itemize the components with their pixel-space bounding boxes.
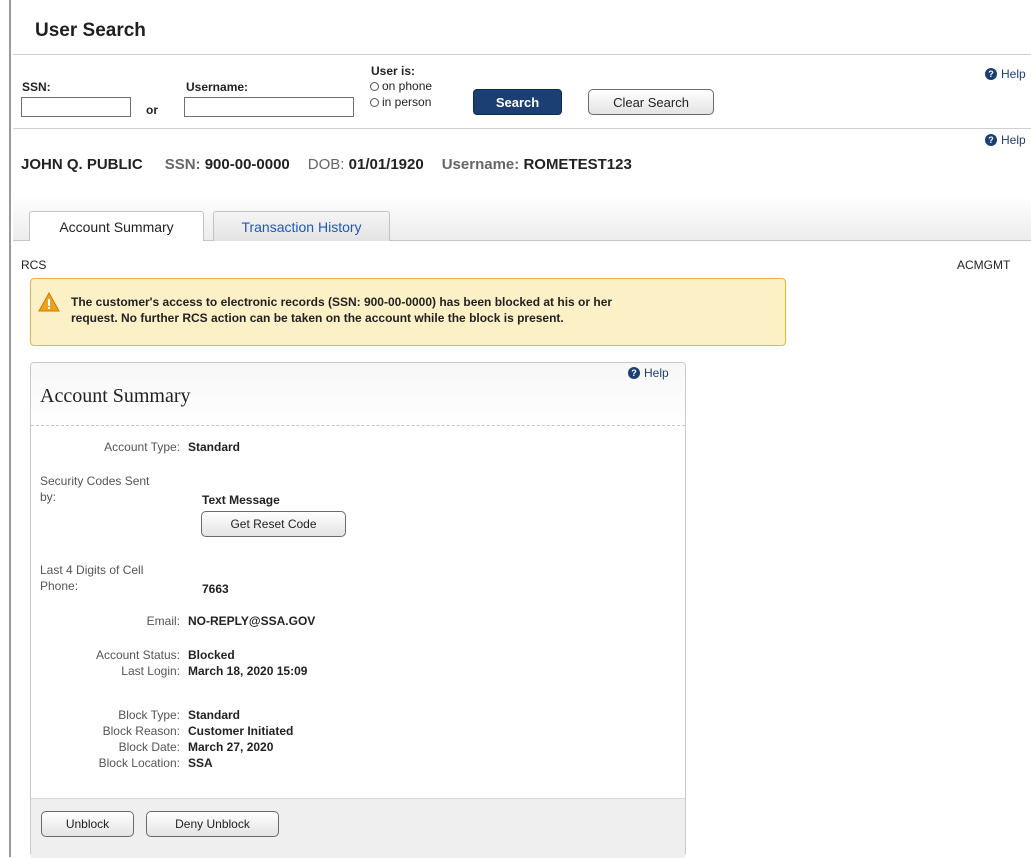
account-type-value: Standard [188,440,241,454]
block-reason-value: Customer Initiated [188,724,294,738]
email-label: Email: [146,614,180,628]
panel-title: Account Summary [40,385,191,407]
security-codes-label-line2: by: [40,490,57,504]
radio-on-phone-label: on phone [382,79,433,93]
block-date-label: Block Date: [118,740,180,754]
get-reset-code-button[interactable]: Get Reset Code [201,511,346,537]
radio-in-person-label: in person [382,95,432,109]
divider [13,128,1031,129]
help-label: Help [644,366,669,380]
tab-account-summary[interactable]: Account Summary [29,211,204,241]
cell-phone-label-line1: Last 4 Digits of Cell [40,563,144,577]
warning-text: The customer's access to electronic reco… [71,294,771,326]
username-value: ROMETEST123 [523,156,632,173]
divider [13,54,1031,55]
ssn-label: SSN: [22,80,51,94]
username-label: Username: [186,80,249,94]
help-link-panel[interactable]: ? Help [628,366,669,380]
account-status-value: Blocked [188,648,235,662]
radio-circle-icon[interactable] [370,97,379,107]
warning-line-2: request. No further RCS action can be ta… [71,311,564,325]
cell-phone-label: Last 4 Digits of Cell Phone: [40,562,143,594]
page-title: User Search [35,20,146,41]
help-icon: ? [628,367,640,379]
block-date-value: March 27, 2020 [188,740,274,754]
ssn-input[interactable] [21,97,131,117]
unblock-button[interactable]: Unblock [41,811,134,837]
security-codes-label: Security Codes Sent by: [40,473,149,505]
security-codes-value: Text Message [202,493,280,507]
clear-search-button[interactable]: Clear Search [588,89,714,115]
deny-unblock-button[interactable]: Deny Unblock [146,811,279,837]
acmgmt-code: ACMGMT [957,258,1011,272]
email-value: NO-REPLY@SSA.GOV [188,614,316,628]
dashed-divider [31,425,685,426]
radio-circle-icon[interactable] [370,81,379,91]
block-location-label: Block Location: [98,756,180,770]
block-location-value: SSA [188,756,213,770]
dob-key: DOB: [307,156,345,173]
or-label: or [146,103,158,117]
ssn-value: 900-00-0000 [204,156,290,173]
help-icon: ? [985,134,997,146]
security-codes-label-line1: Security Codes Sent [40,474,150,488]
user-is-label: User is: [371,64,416,78]
help-label: Help [1001,67,1026,81]
user-info-line: JOHN Q. PUBLIC SSN: 900-00-0000 DOB: 01/… [21,156,650,173]
block-type-value: Standard [188,708,241,722]
dob-value: 01/01/1920 [348,156,424,173]
help-link-user[interactable]: ? Help [985,133,1026,147]
tab-transaction-history[interactable]: Transaction History [213,211,390,241]
help-label: Help [1001,133,1026,147]
last-login-value: March 18, 2020 15:09 [188,664,308,678]
rcs-code: RCS [21,258,47,272]
radio-in-person[interactable]: in person [370,95,431,109]
account-status-label: Account Status: [95,648,180,662]
cell-phone-label-line2: Phone: [40,579,79,593]
search-button[interactable]: Search [473,89,562,115]
account-summary-panel [30,362,686,857]
username-input[interactable] [184,97,354,117]
block-reason-label: Block Reason: [102,724,180,738]
help-link-top[interactable]: ? Help [985,67,1026,81]
left-edge-bar [9,0,11,857]
radio-on-phone[interactable]: on phone [370,79,432,93]
warning-line-1: The customer's access to electronic reco… [71,295,613,309]
last-login-label: Last Login: [121,664,180,678]
ssn-key: SSN: [164,156,201,173]
help-icon: ? [985,68,997,80]
warning-triangle-icon [38,292,60,312]
username-key: Username: [441,156,520,173]
account-type-label: Account Type: [104,440,180,454]
cell-phone-value: 7663 [202,582,229,596]
user-name: JOHN Q. PUBLIC [21,156,143,173]
block-type-label: Block Type: [118,708,180,722]
